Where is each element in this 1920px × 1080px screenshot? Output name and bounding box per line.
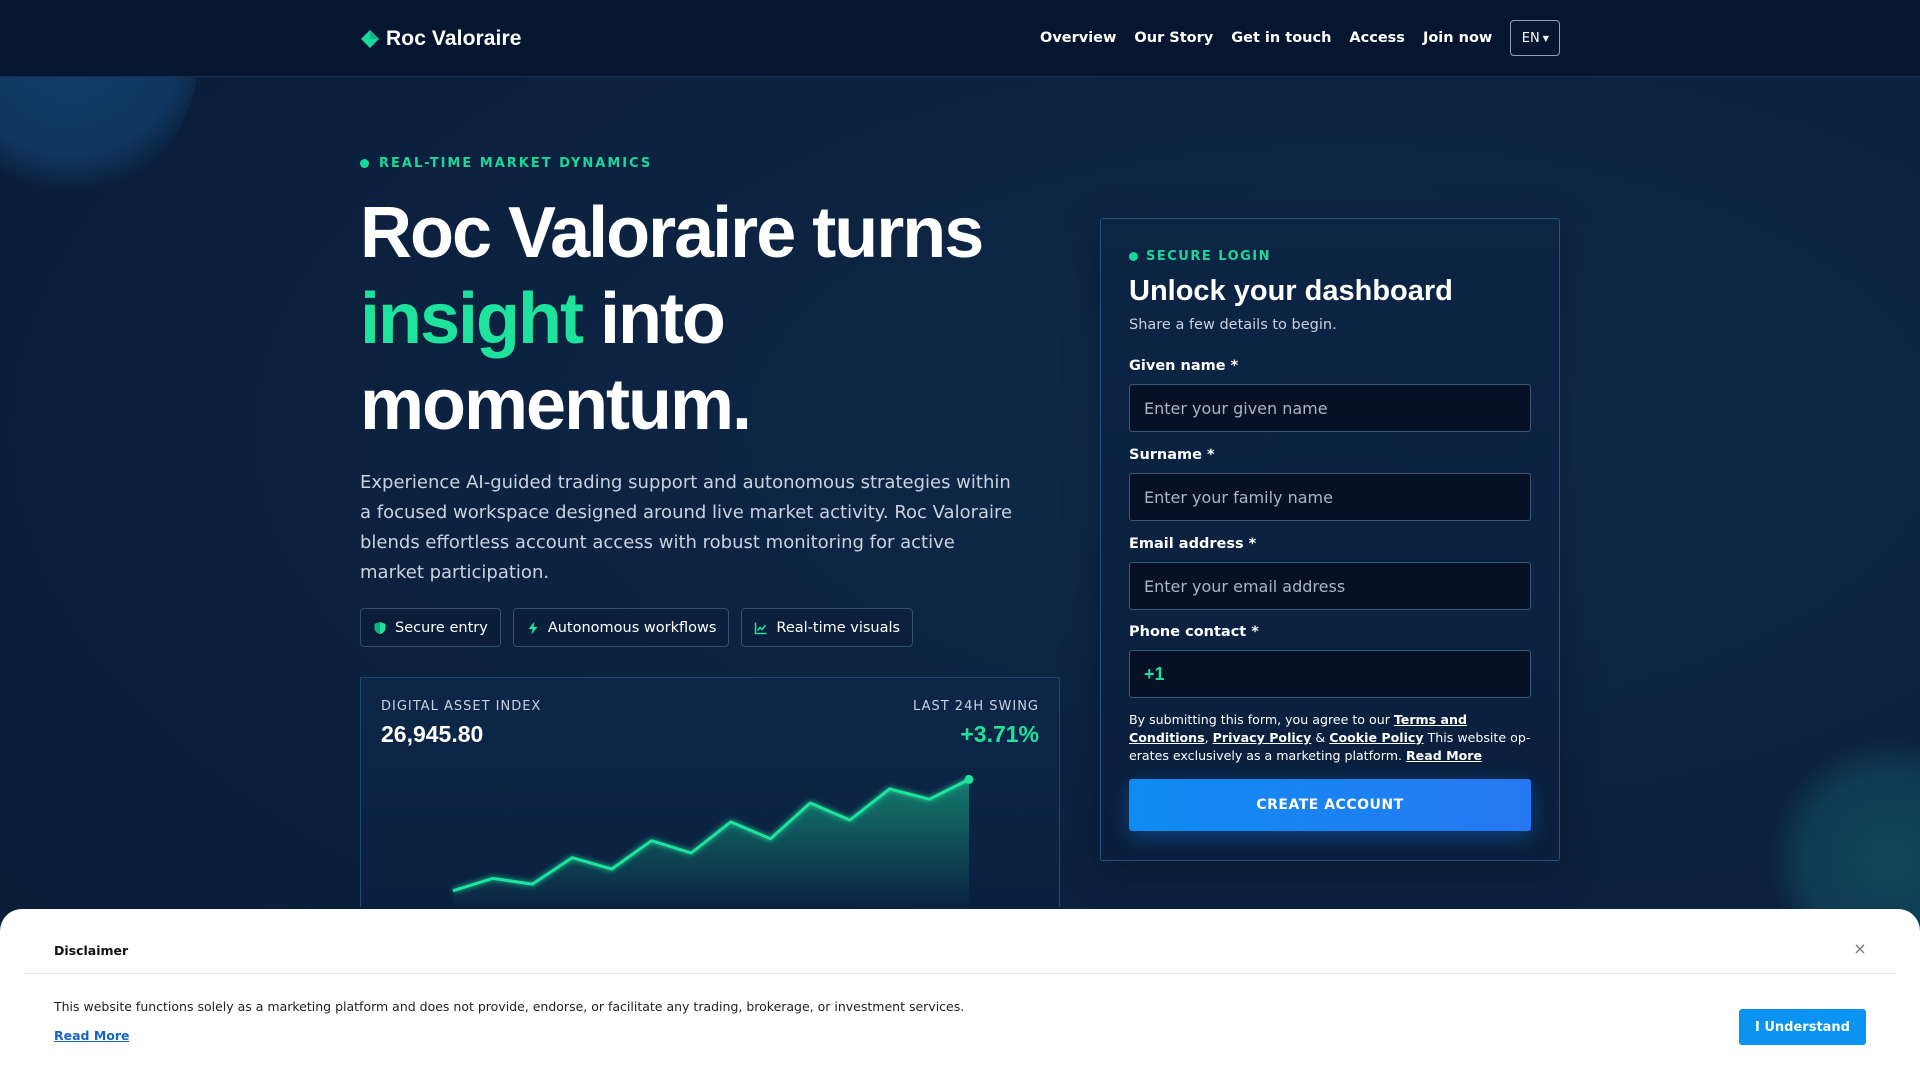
nav-link-get-in-touch[interactable]: Get in touch	[1231, 30, 1331, 46]
phone-field: +1	[1129, 650, 1531, 698]
consent-separator: ,	[1204, 730, 1213, 745]
i-understand-button[interactable]: I Understand	[1739, 1009, 1866, 1045]
consent-prefix: By submitting this form, you agree to ou…	[1129, 712, 1394, 727]
hero-title: Roc Valoraire turns insight into momentu…	[360, 190, 1080, 448]
site-header: Roc Valoraire Overview Our Story Get in …	[0, 0, 1920, 77]
shield-icon	[374, 621, 386, 634]
index-value: 26,945.80	[381, 721, 484, 747]
hero-title-line3: momentum.	[360, 365, 752, 445]
diamond-logo-icon	[361, 30, 379, 48]
consent-text: By submitting this form, you agree to ou…	[1129, 711, 1534, 765]
brand-logo[interactable]: Roc Valoraire	[360, 24, 522, 54]
language-value: EN	[1521, 30, 1540, 46]
sparkline-end-point	[964, 774, 974, 784]
feature-chips: Secure entry Autonomous workflows Real-t…	[360, 608, 914, 647]
email-field	[1129, 562, 1531, 610]
login-subtitle: Share a few details to begin.	[1129, 317, 1337, 333]
caret-down-icon: ▼	[1542, 33, 1549, 43]
consent-read-more-link[interactable]: Read More	[1406, 748, 1482, 763]
swing-value: +3.71%	[960, 721, 1039, 747]
signup-card: SECURE LOGIN Unlock your dashboard Share…	[1100, 218, 1560, 861]
surname-label: Surname *	[1129, 447, 1215, 463]
nav-link-join-now[interactable]: Join now	[1423, 30, 1492, 46]
status-dot-icon	[360, 159, 369, 168]
brand-name: Roc Valoraire	[386, 27, 522, 50]
disclaimer-text: This website functions solely as a marke…	[54, 999, 965, 1014]
login-title: Unlock your dashboard	[1129, 275, 1453, 307]
given-name-field	[1129, 384, 1531, 432]
chip-label: Secure entry	[395, 619, 488, 636]
swing-label: LAST 24H SWING	[913, 699, 1039, 714]
nav-link-overview[interactable]: Overview	[1040, 30, 1116, 46]
disclaimer-title: Disclaimer	[54, 943, 129, 958]
hero-title-accent: insight	[360, 279, 584, 359]
chip-real-time-visuals: Real-time visuals	[741, 608, 914, 647]
given-name-input[interactable]	[1144, 398, 1516, 418]
email-input[interactable]	[1144, 576, 1516, 596]
chip-label: Autonomous workflows	[547, 619, 717, 636]
surname-input[interactable]	[1144, 487, 1516, 507]
disclaimer-banner: Disclaimer × This website functions sole…	[0, 909, 1920, 1080]
hero-description: Experience AI-guided trading support and…	[360, 472, 1013, 583]
given-name-label: Given name *	[1129, 358, 1239, 374]
login-eyebrow: SECURE LOGIN	[1129, 249, 1271, 264]
hero-eyebrow-text: REAL-TIME MARKET DYNAMICS	[379, 156, 653, 171]
line-chart-icon	[755, 622, 767, 634]
hero-title-line1: Roc Valoraire turns	[360, 193, 984, 273]
surname-field	[1129, 473, 1531, 521]
sparkline-area	[453, 779, 969, 907]
chip-autonomous-workflows: Autonomous workflows	[512, 608, 730, 647]
chip-secure-entry: Secure entry	[360, 608, 501, 647]
disclaimer-read-more-link[interactable]: Read More	[54, 1028, 130, 1043]
consent-separator: &	[1311, 730, 1330, 745]
nav-link-our-story[interactable]: Our Story	[1134, 30, 1213, 46]
cookie-policy-link[interactable]: Cookie Policy	[1329, 730, 1423, 745]
email-label: Email address *	[1129, 536, 1257, 552]
chip-label: Real-time visuals	[776, 619, 901, 636]
login-eyebrow-text: SECURE LOGIN	[1146, 249, 1272, 264]
hero-title-line2: into	[581, 279, 726, 359]
language-selector[interactable]: EN ▼	[1510, 20, 1561, 56]
bolt-icon	[528, 621, 538, 634]
index-label: DIGITAL ASSET INDEX	[381, 699, 542, 714]
phone-label: Phone contact *	[1129, 624, 1259, 640]
phone-input[interactable]	[1172, 664, 1516, 684]
nav-link-access[interactable]: Access	[1349, 30, 1405, 46]
phone-country-code[interactable]: +1	[1144, 664, 1165, 685]
create-account-button[interactable]: CREATE ACCOUNT	[1129, 779, 1531, 831]
close-icon[interactable]: ×	[1850, 939, 1870, 959]
divider	[24, 973, 1896, 974]
status-dot-icon	[1129, 252, 1138, 261]
market-index-card: DIGITAL ASSET INDEX 26,945.80 LAST 24H S…	[360, 677, 1060, 907]
hero-eyebrow: REAL-TIME MARKET DYNAMICS	[360, 156, 652, 171]
main-nav: Overview Our Story Get in touch Access J…	[1040, 20, 1561, 56]
privacy-policy-link[interactable]: Privacy Policy	[1213, 730, 1312, 745]
